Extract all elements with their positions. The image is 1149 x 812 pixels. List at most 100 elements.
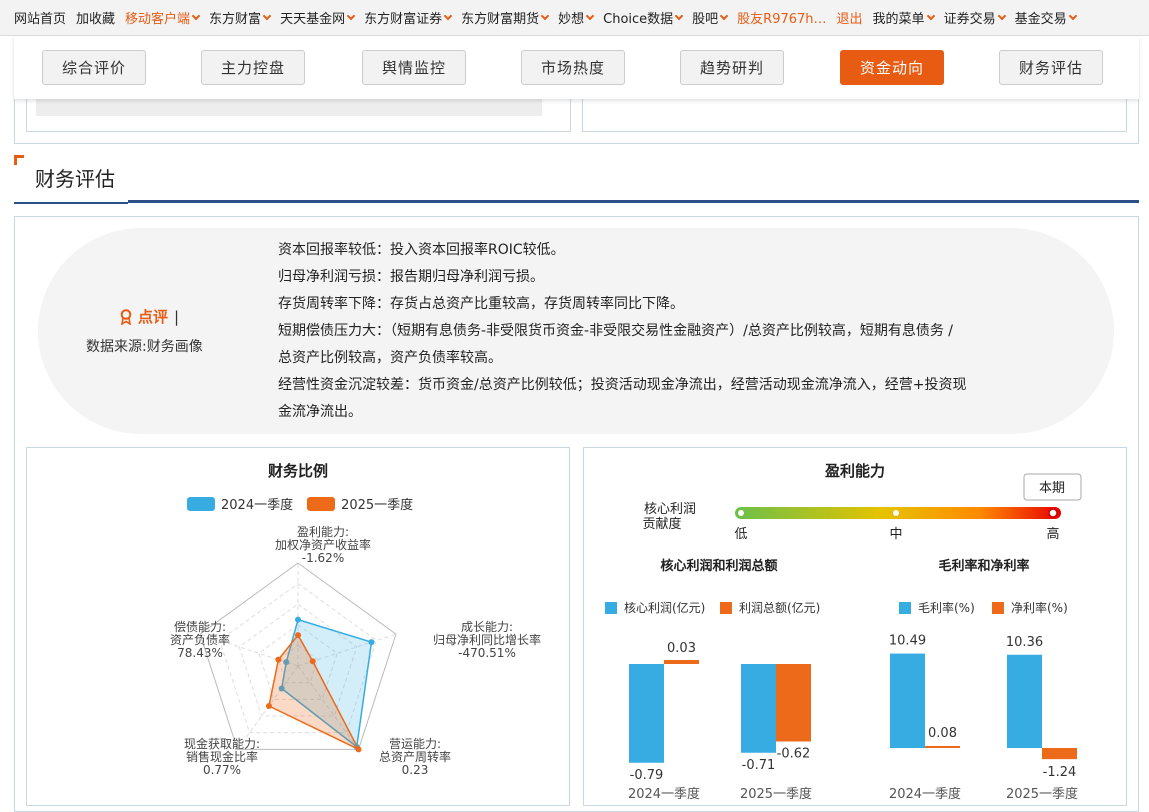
review-line: 总资产比例较高，资产负债率较高。 — [278, 350, 502, 366]
tab-1[interactable]: 主力控盘 — [201, 50, 305, 85]
sub-chart-title: 毛利率和净利率 — [938, 558, 1029, 574]
bar — [1042, 748, 1077, 760]
radar-axis-value: -470.51% — [458, 646, 516, 660]
chevron-down-icon — [585, 11, 595, 20]
radar-axis-value: 0.77% — [203, 763, 241, 777]
nav-item-14[interactable]: 基金交易 — [1014, 8, 1077, 27]
tab-5[interactable]: 资金动向 — [840, 50, 944, 85]
review-line: 金流净流出。 — [278, 404, 362, 420]
nav-item-label: 移动客户端 — [125, 12, 191, 27]
previous-panel-bar — [36, 98, 542, 116]
nav-item-2[interactable]: 移动客户端 — [125, 8, 201, 27]
nav-item-0[interactable]: 网站首页 — [14, 8, 66, 27]
nav-item-label: 股吧 — [692, 12, 719, 27]
legend-swatch — [720, 602, 732, 614]
legend-label: 净利率(%) — [1011, 600, 1068, 615]
bar — [741, 664, 776, 753]
legend-swatch — [605, 602, 617, 614]
radar-axis-name: 成长能力: — [461, 620, 513, 634]
nav-item-label: 东方财富期货 — [461, 12, 540, 27]
tab-0[interactable]: 综合评价 — [42, 50, 146, 85]
radar-point — [295, 616, 301, 623]
review-line: 归母净利润亏损：报告期归母净利润亏损。 — [278, 269, 544, 285]
bar — [664, 660, 699, 664]
radar-axis-metric: 资产负债率 — [170, 632, 230, 647]
gauge-tick — [738, 510, 744, 516]
bar — [925, 746, 960, 748]
review-data-source: 数据来源:财务画像 — [86, 339, 203, 355]
chevron-down-icon — [346, 11, 356, 20]
nav-item-5[interactable]: 东方财富证券 — [364, 8, 453, 27]
category-label: 2025一季度 — [740, 786, 812, 802]
chevron-down-icon — [926, 11, 935, 20]
section-divider — [14, 200, 1139, 203]
chevron-down-icon — [719, 11, 729, 20]
bar — [1007, 654, 1042, 748]
nav-item-3[interactable]: 东方财富 — [209, 8, 272, 27]
tab-3[interactable]: 市场热度 — [521, 50, 625, 85]
chevron-down-icon — [1068, 11, 1077, 20]
nav-item-label: 基金交易 — [1014, 12, 1067, 27]
gauge-scale-label: 高 — [1046, 526, 1059, 542]
nav-item-4[interactable]: 天天基金网 — [280, 8, 356, 27]
bar-value-label: -0.79 — [630, 768, 664, 783]
radar-axis-value: 0.23 — [402, 763, 429, 777]
nav-item-label: 东方财富证券 — [364, 12, 443, 27]
radar-axis-value: 78.43% — [177, 646, 223, 660]
legend-swatch — [992, 602, 1004, 614]
nav-item-1[interactable]: 加收藏 — [76, 8, 115, 27]
nav-item-label: 退出 — [836, 12, 863, 27]
review-title: 点评 | — [120, 306, 246, 327]
radar-axis-name: 盈利能力: — [297, 525, 349, 539]
nav-item-11[interactable]: 退出 — [837, 8, 863, 27]
badge-icon — [120, 308, 132, 325]
radar-point — [355, 746, 362, 753]
ratio-panel: 财务比例 2024一季度 2025一季度 盈利能力: 加权净资产收益率 -1.62%… — [26, 447, 570, 806]
bar-value-label: 10.36 — [1006, 635, 1043, 650]
radar-point — [295, 632, 301, 639]
sub-chart-title: 核心利润和利润总额 — [660, 558, 777, 574]
nav-item-7[interactable]: 妙想 — [558, 8, 595, 27]
radar-axis-metric: 总资产周转率 — [379, 749, 451, 764]
analysis-tab-bar: 综合评价 主力控盘 舆情监控 市场热度 趋势研判 资金动向 财务评估 — [14, 37, 1139, 99]
bar — [890, 653, 925, 748]
radar-axis-metric: 加权净资产收益率 — [275, 537, 371, 552]
review-line: 资本回报率较低：投入资本回报率ROIC较低。 — [278, 242, 565, 258]
gauge-tick — [893, 510, 899, 516]
radar-axis-name: 现金获取能力: — [184, 736, 260, 751]
section-title: 财务评估 — [35, 167, 115, 191]
nav-item-label: 股友R9767h… — [737, 12, 827, 27]
radar-point — [309, 658, 316, 665]
category-label: 2024一季度 — [889, 786, 961, 802]
nav-item-8[interactable]: Choice数据 — [603, 8, 684, 27]
legend-label: 核心利润(亿元) — [624, 600, 705, 615]
radar-axis-name: 营运能力: — [389, 737, 441, 751]
legend-swatch — [899, 602, 911, 614]
nav-item-label: 妙想 — [558, 12, 585, 27]
bar-value-label: 0.03 — [667, 641, 696, 656]
radar-point — [265, 702, 272, 709]
radar-chart: 盈利能力:加权净资产收益率-1.62% 成长能力:归母净利同比增长率-470.51… — [170, 525, 541, 777]
contribution-label: 核心利润 — [644, 502, 696, 517]
tab-6[interactable]: 财务评估 — [999, 50, 1103, 85]
bar-value-label: -0.62 — [777, 747, 811, 762]
nav-item-label: Choice数据 — [603, 12, 674, 27]
gauge-scale-label: 中 — [889, 527, 902, 542]
review-line: 经营性资金沉淀较差：货币资金/总资产比例较低；投资活动现金净流出，经营活动现金流… — [278, 377, 967, 393]
nav-item-9[interactable]: 股吧 — [692, 8, 729, 27]
section-marker — [14, 155, 24, 165]
nav-item-label: 证券交易 — [943, 12, 996, 27]
nav-item-13[interactable]: 证券交易 — [943, 8, 1006, 27]
radar-axis-metric: 销售现金比率 — [186, 749, 258, 764]
nav-item-12[interactable]: 我的菜单 — [873, 8, 935, 27]
radar-point — [275, 656, 282, 663]
nav-item-10[interactable]: 股友R9767h… — [737, 8, 826, 27]
radar-axis-name: 偿债能力: — [174, 619, 226, 634]
chevron-down-icon — [191, 11, 201, 20]
nav-item-6[interactable]: 东方财富期货 — [461, 8, 550, 27]
nav-item-label: 加收藏 — [76, 12, 116, 27]
tab-4[interactable]: 趋势研判 — [680, 50, 784, 85]
profit-panel: 盈利能力 核心利润 贡献度低中高本期 核心利润和利润总额 毛利率和净利率 核心利润(亿元… — [583, 447, 1127, 806]
tab-2[interactable]: 舆情监控 — [362, 50, 466, 85]
bar-value-label: -1.24 — [1043, 765, 1077, 780]
